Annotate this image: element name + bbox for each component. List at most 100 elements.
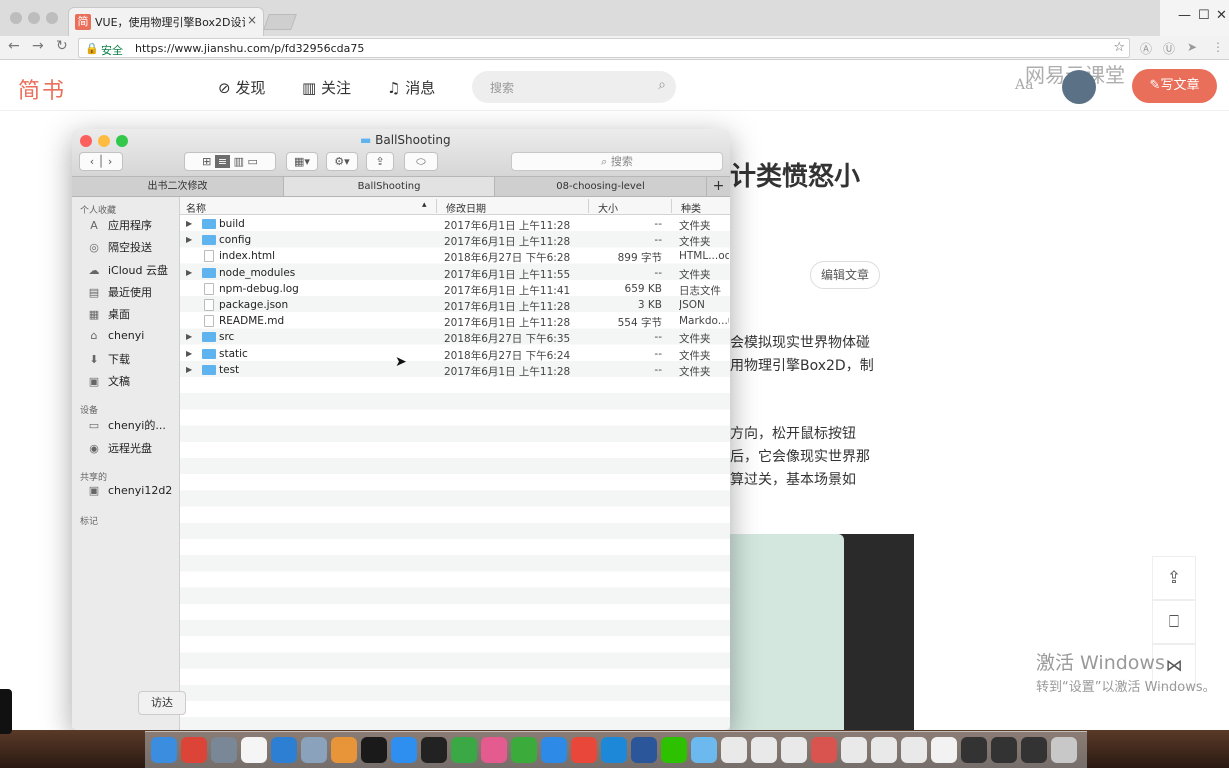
column-date[interactable]: 修改日期	[446, 200, 486, 215]
finder-tab-active[interactable]: BallShooting	[284, 177, 495, 196]
disclosure-triangle-icon[interactable]: ▶	[186, 332, 192, 341]
minimize-icon[interactable]: —	[1178, 8, 1191, 23]
disclosure-triangle-icon[interactable]: ▶	[186, 349, 192, 358]
dock-doc-icon[interactable]	[721, 737, 747, 763]
column-kind[interactable]: 种类	[681, 200, 701, 215]
sidebar-item[interactable]: ▣ chenyi12d2	[86, 484, 173, 497]
finder-close-button[interactable]	[80, 135, 92, 147]
disclosure-triangle-icon[interactable]: ▶	[186, 365, 192, 374]
browser-tab[interactable]: 简 VUE，使用物理引擎Box2D设计 ×	[68, 7, 264, 36]
sidebar-item[interactable]: ▭ chenyi的...	[86, 417, 166, 433]
back-forward-buttons[interactable]: ‹ │ ›	[79, 152, 123, 171]
extension-u-icon[interactable]: Ⓤ	[1163, 40, 1175, 57]
dock-doc-icon[interactable]	[841, 737, 867, 763]
extension-send-icon[interactable]: ➤	[1187, 40, 1197, 54]
dock-doc-icon[interactable]	[901, 737, 927, 763]
file-row[interactable]: ▶ config 2017年6月1日 上午11:28 -- 文件夹	[180, 232, 730, 248]
file-row[interactable]: ▶ build 2017年6月1日 上午11:28 -- 文件夹	[180, 216, 730, 232]
disclosure-triangle-icon[interactable]: ▶	[186, 219, 192, 228]
address-bar[interactable]: 🔒 安全 https://www.jianshu.com/p/fd32956cd…	[78, 38, 1130, 58]
search-icon[interactable]: ⌕	[658, 77, 666, 93]
arrange-button[interactable]: ▦▾	[286, 152, 318, 171]
tag-button[interactable]: ⬭	[404, 152, 438, 171]
share-button[interactable]: ⇪	[366, 152, 394, 171]
column-name[interactable]: 名称	[186, 200, 206, 215]
window-minimize-button[interactable]	[28, 12, 40, 24]
tab-close-icon[interactable]: ×	[247, 13, 257, 27]
url-text[interactable]: https://www.jianshu.com/p/fd32956cda75	[135, 42, 364, 55]
dock-safari-icon[interactable]	[391, 737, 417, 763]
dock-word-icon[interactable]	[631, 737, 657, 763]
bookmark-button[interactable]: ⎕	[1152, 600, 1196, 644]
column-divider[interactable]	[671, 199, 672, 213]
column-divider[interactable]	[588, 199, 589, 213]
dock-chrome-icon[interactable]	[181, 737, 207, 763]
icon-view-icon[interactable]: ⊞	[202, 155, 211, 168]
nav-messages[interactable]: ♫ 消息	[387, 77, 435, 98]
new-tab-button[interactable]	[263, 14, 297, 30]
dock-terminal-icon[interactable]	[421, 737, 447, 763]
disclosure-triangle-icon[interactable]: ▶	[186, 268, 192, 277]
back-icon[interactable]: ←	[8, 38, 20, 54]
menu-icon[interactable]: ⋮	[1212, 40, 1224, 54]
add-tab-button[interactable]: +	[707, 177, 730, 196]
dock-itunes-icon[interactable]	[481, 737, 507, 763]
share-upload-button[interactable]: ⇪	[1152, 556, 1196, 600]
finder-zoom-button[interactable]	[116, 135, 128, 147]
sidebar-item[interactable]: ▦ 桌面	[86, 306, 130, 322]
sidebar-item[interactable]: ◉ 远程光盘	[86, 440, 152, 456]
forward-icon[interactable]: →	[32, 38, 44, 54]
sidebar-item[interactable]: A 应用程序	[86, 217, 152, 233]
file-row[interactable]: index.html 2018年6月27日 下午6:28 899 字节 HTML...…	[180, 248, 730, 264]
finder-tab[interactable]: 08-choosing-level	[495, 177, 707, 196]
dock-doc-icon[interactable]	[811, 737, 837, 763]
chevron-left-icon[interactable]: ‹	[90, 155, 94, 168]
dock-wechat-icon[interactable]	[661, 737, 687, 763]
dock-qq-icon[interactable]	[511, 737, 537, 763]
dock-trash-icon[interactable]	[1051, 737, 1077, 763]
window-close-button[interactable]	[10, 12, 22, 24]
dock-doc-icon[interactable]	[871, 737, 897, 763]
dock-doc-icon[interactable]	[781, 737, 807, 763]
dock-finder-icon[interactable]	[151, 737, 177, 763]
dock-window-icon[interactable]	[1021, 737, 1047, 763]
column-size[interactable]: 大小	[598, 200, 618, 215]
file-row[interactable]: ▶ test 2017年6月1日 上午11:28 -- 文件夹	[180, 362, 730, 378]
gallery-view-icon[interactable]: ▭	[247, 155, 257, 168]
sidebar-item[interactable]: ⌂ chenyi	[86, 329, 145, 342]
extension-a-icon[interactable]: Ⓐ	[1140, 40, 1152, 57]
file-row[interactable]: ▶ src 2018年6月27日 下午6:35 -- 文件夹	[180, 329, 730, 345]
dock-ie-icon[interactable]	[601, 737, 627, 763]
dock-sublime-icon[interactable]	[331, 737, 357, 763]
list-view-icon[interactable]: ≡	[214, 155, 231, 168]
file-row[interactable]: package.json 2017年6月1日 上午11:28 3 KB JSON	[180, 297, 730, 313]
file-row[interactable]: ▶ static 2018年6月27日 下午6:24 -- 文件夹	[180, 346, 730, 362]
jianshu-logo[interactable]: 简书	[18, 73, 66, 105]
dock-keynote-icon[interactable]	[271, 737, 297, 763]
dock-doc-icon[interactable]	[751, 737, 777, 763]
write-article-button[interactable]: ✎写文章	[1132, 69, 1217, 103]
sidebar-item[interactable]: ☁ iCloud 云盘	[86, 262, 168, 278]
maximize-icon[interactable]: ☐	[1198, 8, 1210, 23]
close-icon[interactable]: ✕	[1216, 8, 1227, 23]
dock-kindle-icon[interactable]	[361, 737, 387, 763]
view-mode-buttons[interactable]: ⊞ ≡ ▥ ▭	[184, 152, 276, 171]
sidebar-item[interactable]: ◎ 隔空投送	[86, 239, 152, 255]
window-zoom-button[interactable]	[46, 12, 58, 24]
file-row[interactable]: npm-debug.log 2017年6月1日 上午11:41 659 KB 日志文件	[180, 281, 730, 297]
dock-feather-icon[interactable]	[541, 737, 567, 763]
finder-minimize-button[interactable]	[98, 135, 110, 147]
file-row[interactable]: ▶ node_modules 2017年6月1日 上午11:55 -- 文件夹	[180, 265, 730, 281]
action-button[interactable]: ⚙▾	[326, 152, 358, 171]
sidebar-item[interactable]: ⬇ 下载	[86, 351, 130, 367]
sort-chevron-up-icon[interactable]: ▴	[422, 200, 427, 210]
sidebar-item[interactable]: ▣ 文稿	[86, 373, 130, 389]
site-search-input[interactable]: 搜索 ⌕	[472, 71, 676, 103]
dock-camtasia-icon[interactable]	[451, 737, 477, 763]
edit-article-button[interactable]: 编辑文章	[810, 261, 880, 289]
nav-follow[interactable]: ▥ 关注	[302, 77, 351, 98]
chevron-right-icon[interactable]: ›	[108, 155, 112, 168]
column-divider[interactable]	[436, 199, 437, 213]
dock-gallery-icon[interactable]	[571, 737, 597, 763]
dock-window-icon[interactable]	[991, 737, 1017, 763]
